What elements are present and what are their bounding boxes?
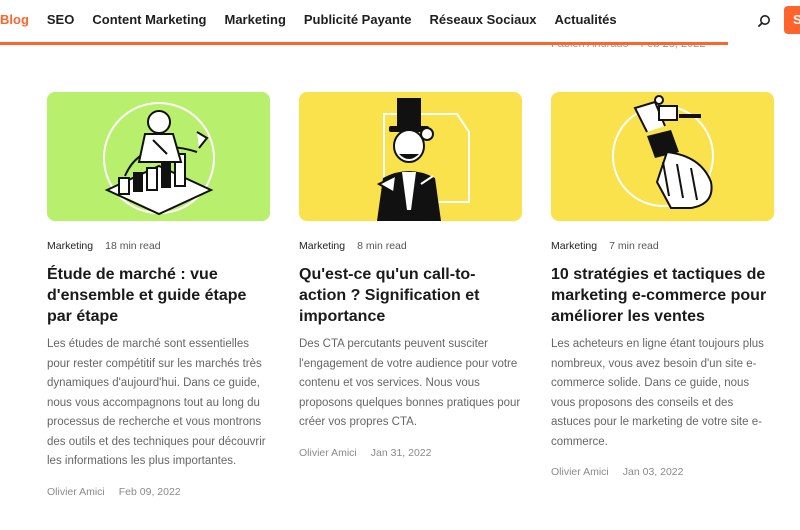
read-time: 8 min read xyxy=(357,240,407,252)
article-thumbnail[interactable] xyxy=(551,92,774,221)
nav-menu: Blog SEO Content Marketing Marketing Pub… xyxy=(0,12,635,27)
article-excerpt: Les acheteurs en ligne étant toujours pl… xyxy=(551,338,764,448)
cta-button[interactable]: S xyxy=(784,6,800,34)
article-category[interactable]: Marketing xyxy=(551,240,597,252)
nav-item-blog[interactable]: Blog xyxy=(0,12,29,27)
nav-item-seo[interactable]: SEO xyxy=(47,12,74,27)
article-title[interactable]: 10 stratégies et tactiques de marketing … xyxy=(551,264,774,327)
article-card: Marketing 7 min read 10 stratégies et ta… xyxy=(551,92,774,478)
ecommerce-illustration-icon xyxy=(551,92,774,221)
article-category[interactable]: Marketing xyxy=(47,240,93,252)
read-time: 18 min read xyxy=(105,240,161,252)
article-author[interactable]: Olivier Amici xyxy=(551,466,609,478)
article-title[interactable]: Étude de marché : vue d'ensemble et guid… xyxy=(47,264,270,327)
article-excerpt: Des CTA percutants peuvent susciter l'en… xyxy=(299,338,521,428)
article-excerpt: Les études de marché sont essentielles p… xyxy=(47,338,266,467)
article-card: Marketing 8 min read Qu'est-ce qu'un cal… xyxy=(299,92,522,459)
reading-progress-bar xyxy=(0,42,728,45)
top-navigation: Blog SEO Content Marketing Marketing Pub… xyxy=(0,0,800,45)
nav-item-content-marketing[interactable]: Content Marketing xyxy=(92,12,206,27)
article-title[interactable]: Qu'est-ce qu'un call-to-action ? Signifi… xyxy=(299,264,522,327)
article-author[interactable]: Olivier Amici xyxy=(299,447,357,459)
market-research-illustration-icon xyxy=(47,92,270,221)
nav-item-actualites[interactable]: Actualités xyxy=(555,12,617,27)
read-time: 7 min read xyxy=(609,240,659,252)
call-to-action-illustration-icon xyxy=(299,92,522,221)
article-thumbnail[interactable] xyxy=(47,92,270,221)
search-icon[interactable] xyxy=(756,13,772,29)
nav-item-reseaux-sociaux[interactable]: Réseaux Sociaux xyxy=(430,12,537,27)
nav-item-publicite-payante[interactable]: Publicité Payante xyxy=(304,12,412,27)
article-date: Jan 31, 2022 xyxy=(370,446,432,459)
article-author[interactable]: Olivier Amici xyxy=(47,486,105,498)
article-card: Marketing 18 min read Étude de marché : … xyxy=(47,92,270,498)
article-thumbnail[interactable] xyxy=(299,92,522,221)
article-category[interactable]: Marketing xyxy=(299,240,345,252)
article-date: Jan 03, 2022 xyxy=(622,466,684,478)
nav-item-marketing[interactable]: Marketing xyxy=(224,12,285,27)
article-date: Feb 09, 2022 xyxy=(118,485,181,498)
